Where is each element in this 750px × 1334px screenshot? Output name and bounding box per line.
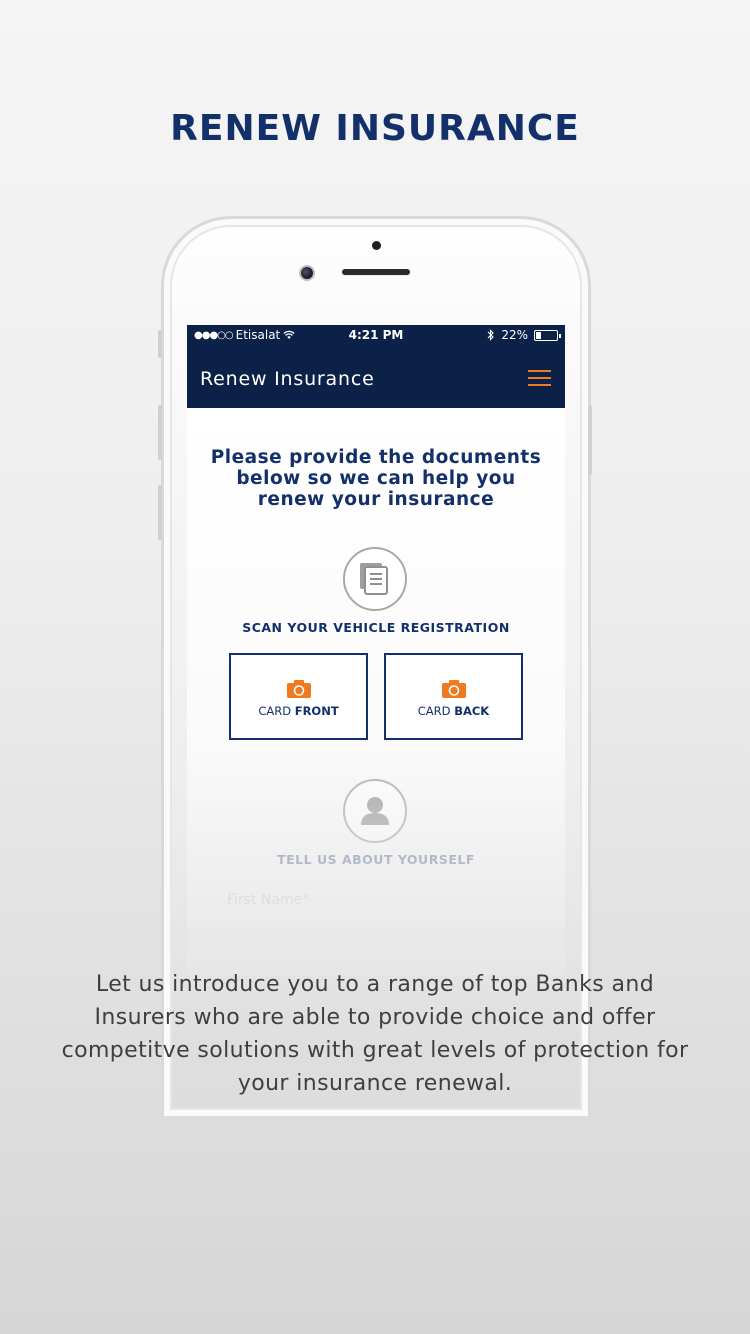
nav-title: Renew Insurance: [200, 368, 375, 390]
document-icon-glyph: [360, 563, 388, 595]
card-back-prefix: CARD: [417, 704, 455, 718]
camera-icon: [442, 680, 466, 698]
card-front-prefix: CARD: [258, 704, 295, 718]
first-name-field[interactable]: First Name*: [227, 892, 309, 908]
person-icon: [343, 779, 407, 843]
phone-power-button: [588, 405, 592, 475]
battery-icon: [534, 329, 561, 341]
scan-section-label: SCAN YOUR VEHICLE REGISTRATION: [242, 620, 510, 635]
camera-icon: [287, 680, 311, 698]
phone-speaker: [342, 269, 410, 275]
phone-sensor: [372, 241, 381, 250]
status-bar: ●●●○○ Etisalat 4:21 PM 22%: [187, 325, 565, 345]
phone-front-camera: [299, 265, 315, 281]
app-content: Please provide the documents below so we…: [187, 408, 565, 975]
card-front-label: CARD FRONT: [231, 704, 366, 718]
battery-fill: [536, 331, 541, 339]
phone-volume-down: [158, 485, 162, 540]
menu-line: [528, 384, 551, 386]
battery-tip: [559, 333, 561, 338]
promo-title: RENEW INSURANCE: [170, 108, 580, 149]
menu-line: [528, 377, 551, 379]
intro-text: Please provide the documents below so we…: [210, 447, 542, 510]
card-front-button[interactable]: CARD FRONT: [229, 653, 368, 740]
menu-icon[interactable]: [528, 370, 551, 387]
person-icon-glyph: [361, 797, 389, 825]
card-back-bold: BACK: [454, 704, 490, 718]
phone-mute-switch: [158, 330, 162, 358]
battery-percentage: 22%: [501, 328, 528, 342]
about-section-label: TELL US ABOUT YOURSELF: [277, 852, 475, 867]
card-back-label: CARD BACK: [386, 704, 521, 718]
phone-volume-up: [158, 405, 162, 460]
bluetooth-icon: [487, 329, 495, 341]
app-nav-bar: Renew Insurance: [187, 345, 565, 408]
card-front-bold: FRONT: [294, 704, 339, 718]
card-back-button[interactable]: CARD BACK: [384, 653, 523, 740]
promo-body-text: Let us introduce you to a range of top B…: [61, 972, 689, 1096]
phone-screen: ●●●○○ Etisalat 4:21 PM 22% Renew Insuran…: [187, 325, 565, 975]
status-right: 22%: [487, 328, 561, 342]
document-icon: [343, 547, 407, 611]
menu-line: [528, 370, 551, 372]
